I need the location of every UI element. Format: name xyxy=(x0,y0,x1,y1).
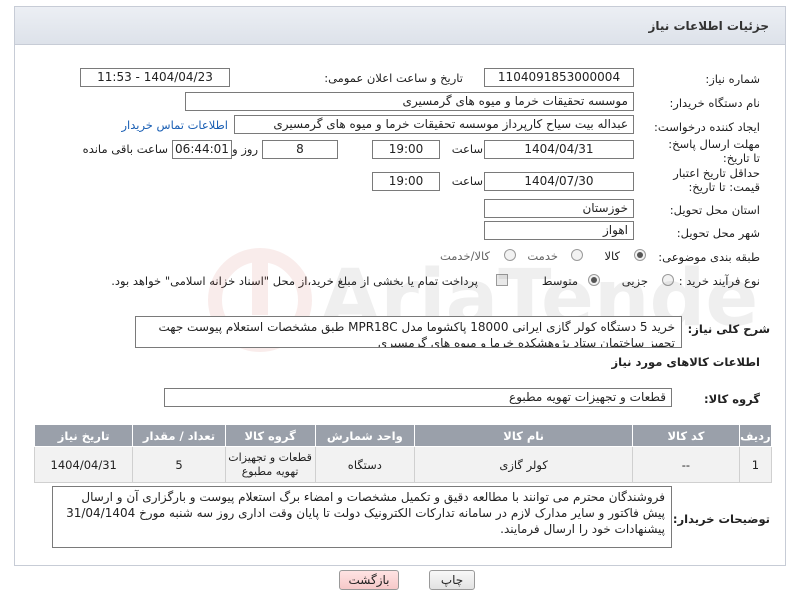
goods-info-title: اطلاعات کالاهای مورد نیاز xyxy=(611,355,760,369)
creator-label: ایجاد کننده درخواست: xyxy=(654,120,760,134)
panel-header: جزئیات اطلاعات نیاز xyxy=(15,7,785,45)
buyer-org-label: نام دستگاه خریدار: xyxy=(669,96,760,110)
cell-unit: دستگاه xyxy=(314,446,416,483)
cell-code: -- xyxy=(632,446,740,483)
validity-time-field: 19:00 xyxy=(372,172,440,191)
col-row-header: ردیف xyxy=(738,424,773,447)
col-code-header: کد کالا xyxy=(632,424,740,447)
col-name-header: نام کالا xyxy=(414,424,634,447)
cell-qty: 5 xyxy=(132,446,226,483)
need-number-field: 1104091853000004 xyxy=(484,68,634,87)
category-service-radio[interactable] xyxy=(571,249,583,261)
table-row: 1 -- کولر گازی دستگاه قطعات و تجهیزات ته… xyxy=(33,446,773,483)
col-qty-header: تعداد / مقدار xyxy=(132,424,226,447)
process-type-label: نوع فرآیند خرید : xyxy=(678,274,760,288)
validity-time-label: ساعت xyxy=(451,174,483,188)
deadline-time-field: 19:00 xyxy=(372,140,440,159)
deadline-label: مهلت ارسال پاسخ: تا تاریخ: xyxy=(668,137,760,165)
process-medium-label: متوسط xyxy=(541,274,578,288)
col-date-header: تاریخ نیاز xyxy=(33,424,134,447)
back-button[interactable]: بازگشت xyxy=(339,570,399,590)
category-both-label: کالا/خدمت xyxy=(439,249,490,263)
goods-group-field: قطعات و تجهیزات تهویه مطبوع xyxy=(164,388,672,407)
col-unit-header: واحد شمارش xyxy=(314,424,416,447)
days-label: روز و xyxy=(232,142,258,156)
goods-group-label: گروه کالا: xyxy=(704,392,760,406)
city-label: شهر محل تحویل: xyxy=(676,226,760,240)
treasury-payment-checkbox[interactable] xyxy=(496,274,508,286)
treasury-payment-note: پرداخت تمام یا بخشی از مبلغ خرید،از محل … xyxy=(111,274,478,288)
remaining-time-label: ساعت باقی مانده xyxy=(82,142,168,156)
category-goods-radio[interactable] xyxy=(634,249,646,261)
buyer-notes-label: توضیحات خریدار: xyxy=(672,512,770,526)
days-remaining-field: 8 xyxy=(262,140,338,159)
announce-field: 1404/04/23 - 11:53 xyxy=(80,68,230,87)
category-both-radio[interactable] xyxy=(504,249,516,261)
province-field: خوزستان xyxy=(484,199,634,218)
city-field: اهواز xyxy=(484,221,634,240)
category-service-label: خدمت xyxy=(527,249,558,263)
process-minor-radio[interactable] xyxy=(662,274,674,286)
deadline-date-field: 1404/04/31 xyxy=(484,140,634,159)
cell-group: قطعات و تجهیزات تهویه مطبوع xyxy=(224,446,316,483)
creator-field: عبداله بیت سیاح کارپرداز موسسه تحقیقات خ… xyxy=(234,115,634,134)
deadline-time-label: ساعت xyxy=(451,142,483,156)
page-title: جزئیات اطلاعات نیاز xyxy=(648,19,769,33)
items-table: ردیف کد کالا نام کالا واحد شمارش گروه کا… xyxy=(33,424,773,483)
cell-name: کولر گازی xyxy=(414,446,634,483)
contact-info-link[interactable]: اطلاعات تماس خریدار xyxy=(121,118,228,132)
table-header-row: ردیف کد کالا نام کالا واحد شمارش گروه کا… xyxy=(33,424,773,447)
print-button[interactable]: چاپ xyxy=(429,570,475,590)
category-label: طبقه بندی موضوعی: xyxy=(658,250,760,264)
need-number-label: شماره نیاز: xyxy=(705,72,760,86)
description-text: خرید 5 دستگاه کولر گازی ایرانی 18000 پاک… xyxy=(135,316,682,348)
validity-label: حداقل تاریخ اعتبار قیمت: تا تاریخ: xyxy=(673,166,760,194)
col-group-header: گروه کالا xyxy=(224,424,316,447)
buyer-notes-text: فروشندگان محترم می توانند با مطالعه دقیق… xyxy=(52,486,672,548)
process-minor-label: جزیی xyxy=(621,274,648,288)
announce-label: تاریخ و ساعت اعلان عمومی: xyxy=(324,71,463,85)
category-goods-label: کالا xyxy=(604,249,620,263)
description-label: شرح کلی نیاز: xyxy=(687,322,770,336)
buyer-org-field: موسسه تحقیقات خرما و میوه های گرمسیری xyxy=(185,92,634,111)
remaining-time-field: 06:44:01 xyxy=(172,140,232,159)
cell-date: 1404/04/31 xyxy=(33,446,134,483)
validity-date-field: 1404/07/30 xyxy=(484,172,634,191)
province-label: استان محل تحویل: xyxy=(669,203,760,217)
process-medium-radio[interactable] xyxy=(588,274,600,286)
cell-row: 1 xyxy=(738,446,773,483)
